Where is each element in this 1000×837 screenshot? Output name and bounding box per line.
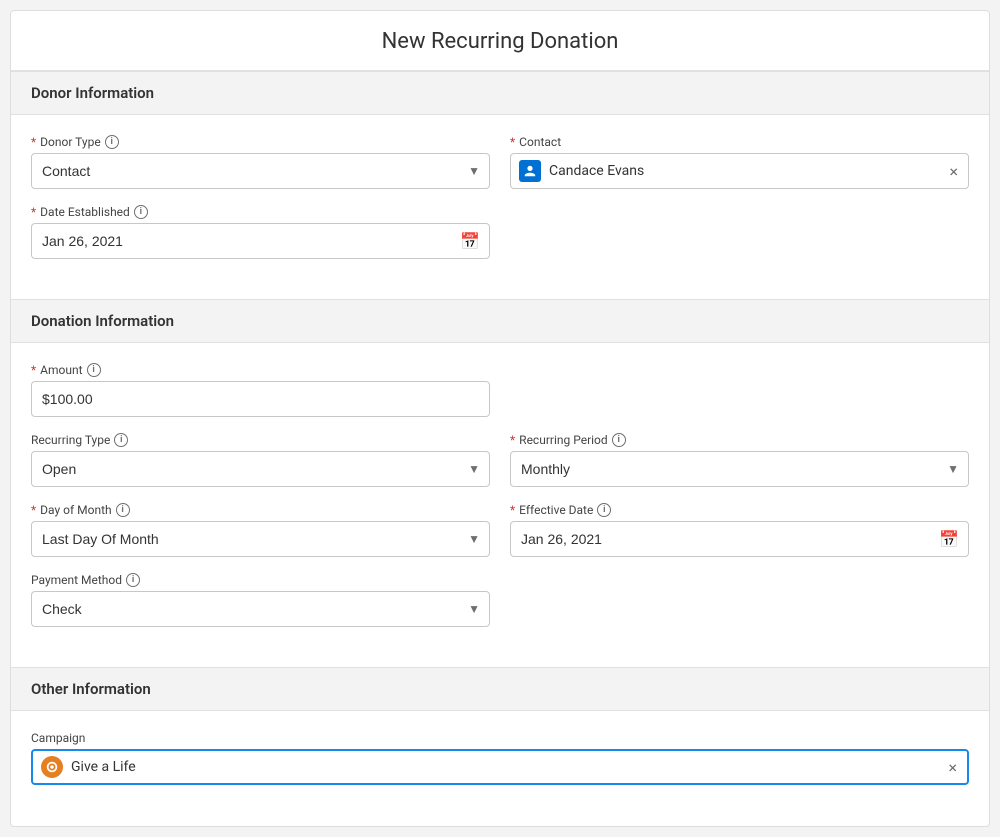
recurring-type-period-row: Recurring Type i Open Fixed ▼ * Recurrin… [31,433,969,487]
date-established-info-icon[interactable]: i [134,205,148,219]
donor-information-body: * Donor Type i Contact Organization Hous… [11,115,989,299]
recurring-period-select[interactable]: Monthly Weekly Yearly Quarterly [510,451,969,487]
payment-method-spacer [510,573,969,627]
donor-type-info-icon[interactable]: i [105,135,119,149]
amount-field: * Amount i [31,363,490,417]
payment-method-field: Payment Method i Check Credit Card ACH ▼ [31,573,490,627]
day-of-month-info-icon[interactable]: i [116,503,130,517]
day-of-month-field: * Day of Month i Last Day Of Month 1 2 1… [31,503,490,557]
contact-name-text: Candace Evans [549,163,947,179]
day-of-month-select-wrapper: Last Day Of Month 1 2 15 ▼ [31,521,490,557]
date-established-input-wrapper: 📅 [31,223,490,259]
effective-date-field: * Effective Date i 📅 [510,503,969,557]
contact-field[interactable]: Candace Evans × [510,153,969,189]
campaign-svg [45,760,59,774]
payment-method-label: Payment Method i [31,573,490,587]
campaign-row: Campaign Give a Life × [31,731,969,785]
donor-type-select[interactable]: Contact Organization Household [31,153,490,189]
contact-field-col: * Contact Candace Evans × [510,135,969,189]
contact-clear-icon[interactable]: × [947,160,960,183]
recurring-period-field: * Recurring Period i Monthly Weekly Year… [510,433,969,487]
payment-method-select-wrapper: Check Credit Card ACH ▼ [31,591,490,627]
contact-required: * [510,135,515,149]
other-information-header: Other Information [11,667,989,711]
contact-svg [523,164,537,178]
amount-info-icon[interactable]: i [87,363,101,377]
campaign-field: Campaign Give a Life × [31,731,969,785]
campaign-input-field[interactable]: Give a Life × [31,749,969,785]
donor-type-select-wrapper: Contact Organization Household ▼ [31,153,490,189]
recurring-period-required: * [510,433,515,447]
campaign-name-text: Give a Life [71,759,946,775]
date-established-input[interactable] [31,223,490,259]
date-established-row: * Date Established i 📅 [31,205,969,259]
payment-method-row: Payment Method i Check Credit Card ACH ▼ [31,573,969,627]
recurring-type-select-wrapper: Open Fixed ▼ [31,451,490,487]
donor-type-contact-row: * Donor Type i Contact Organization Hous… [31,135,969,189]
campaign-icon [41,756,63,778]
date-established-label: * Date Established i [31,205,490,219]
form-container: New Recurring Donation Donor Information… [10,10,990,827]
day-of-month-required: * [31,503,36,517]
campaign-clear-icon[interactable]: × [946,756,959,779]
day-of-month-select[interactable]: Last Day Of Month 1 2 15 [31,521,490,557]
recurring-period-info-icon[interactable]: i [612,433,626,447]
donor-type-required: * [31,135,36,149]
date-established-spacer [510,205,969,259]
amount-required: * [31,363,36,377]
donation-information-body: * Amount i Recurring Type i Open Fixed [11,343,989,667]
amount-spacer [510,363,969,417]
contact-person-icon [519,160,541,182]
payment-method-info-icon[interactable]: i [126,573,140,587]
other-information-body: Campaign Give a Life × [11,711,989,825]
effective-date-info-icon[interactable]: i [597,503,611,517]
campaign-label: Campaign [31,731,969,745]
recurring-type-info-icon[interactable]: i [114,433,128,447]
effective-date-required: * [510,503,515,517]
payment-method-select[interactable]: Check Credit Card ACH [31,591,490,627]
amount-input[interactable] [31,381,490,417]
day-of-month-label: * Day of Month i [31,503,490,517]
amount-row: * Amount i [31,363,969,417]
donor-type-field: * Donor Type i Contact Organization Hous… [31,135,490,189]
effective-date-label: * Effective Date i [510,503,969,517]
recurring-type-label: Recurring Type i [31,433,490,447]
amount-label: * Amount i [31,363,490,377]
donor-type-label: * Donor Type i [31,135,490,149]
recurring-type-select[interactable]: Open Fixed [31,451,490,487]
recurring-period-label: * Recurring Period i [510,433,969,447]
effective-date-calendar-icon[interactable]: 📅 [939,530,959,549]
date-established-calendar-icon[interactable]: 📅 [460,232,480,251]
date-established-field: * Date Established i 📅 [31,205,490,259]
recurring-type-field: Recurring Type i Open Fixed ▼ [31,433,490,487]
page-title: New Recurring Donation [11,11,989,71]
date-required: * [31,205,36,219]
day-of-month-effective-date-row: * Day of Month i Last Day Of Month 1 2 1… [31,503,969,557]
effective-date-input-wrapper: 📅 [510,521,969,557]
donation-information-header: Donation Information [11,299,989,343]
recurring-period-select-wrapper: Monthly Weekly Yearly Quarterly ▼ [510,451,969,487]
effective-date-input[interactable] [510,521,969,557]
contact-label: * Contact [510,135,969,149]
donor-information-header: Donor Information [11,71,989,115]
